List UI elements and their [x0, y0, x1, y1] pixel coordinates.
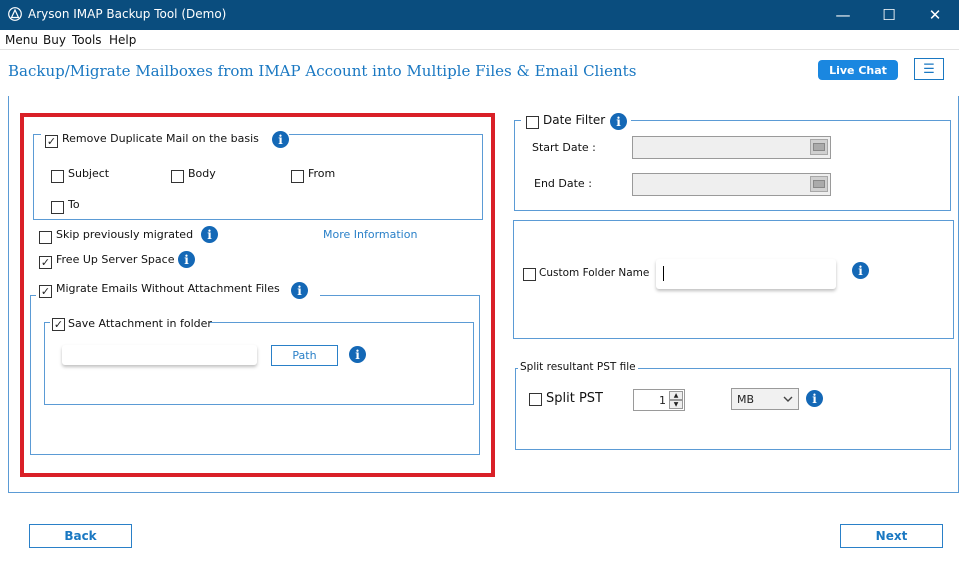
split-pst-label: Split PST — [546, 391, 603, 406]
custom-folder-label: Custom Folder Name — [539, 267, 650, 279]
start-date-label: Start Date : — [532, 141, 596, 154]
info-icon[interactable]: i — [806, 390, 823, 407]
start-date-picker[interactable] — [632, 136, 831, 159]
split-group-label: Split resultant PST file — [518, 361, 638, 373]
custom-folder-input[interactable] — [656, 259, 836, 289]
custom-folder-checkbox[interactable] — [523, 268, 536, 281]
split-size-stepper[interactable]: 1 ▲ ▼ — [633, 389, 685, 411]
menu-bar: Menu Buy Tools Help — [0, 30, 959, 50]
next-button[interactable]: Next — [840, 524, 943, 548]
menu-item-menu[interactable]: Menu — [5, 33, 38, 47]
title-bar: Aryson IMAP Backup Tool (Demo) — ☐ ✕ — [0, 0, 959, 30]
split-size-value: 1 — [659, 394, 666, 407]
date-filter-label: Date Filter — [543, 113, 606, 127]
menu-item-tools[interactable]: Tools — [72, 33, 102, 47]
split-unit-select[interactable]: MB — [731, 388, 799, 410]
split-unit-value: MB — [737, 393, 755, 406]
back-button[interactable]: Back — [29, 524, 132, 548]
maximize-icon: ☐ — [882, 6, 896, 24]
menu-item-buy[interactable]: Buy — [43, 33, 66, 47]
text-cursor — [663, 266, 664, 281]
close-icon: ✕ — [928, 6, 942, 24]
end-date-picker[interactable] — [632, 173, 831, 196]
stepper-up-icon[interactable]: ▲ — [669, 391, 683, 400]
live-chat-button[interactable]: Live Chat — [818, 60, 898, 80]
menu-item-help[interactable]: Help — [109, 33, 136, 47]
calendar-icon[interactable] — [810, 176, 828, 192]
chevron-down-icon — [783, 396, 793, 402]
maximize-button[interactable]: ☐ — [866, 0, 912, 30]
hamburger-icon: ☰ — [923, 61, 935, 77]
date-filter-group — [514, 120, 951, 211]
split-pst-checkbox[interactable] — [529, 393, 542, 406]
page-title: Backup/Migrate Mailboxes from IMAP Accou… — [8, 62, 637, 80]
info-icon[interactable]: i — [610, 113, 627, 130]
highlight-box — [20, 113, 495, 477]
calendar-icon[interactable] — [810, 139, 828, 155]
end-date-label: End Date : — [534, 177, 592, 190]
window-title: Aryson IMAP Backup Tool (Demo) — [28, 7, 227, 21]
app-logo-icon — [8, 7, 22, 21]
hamburger-menu-button[interactable]: ☰ — [914, 58, 944, 80]
minimize-icon: — — [835, 6, 851, 24]
date-filter-checkbox[interactable] — [526, 116, 539, 129]
close-button[interactable]: ✕ — [912, 0, 958, 30]
stepper-down-icon[interactable]: ▼ — [669, 400, 683, 409]
info-icon[interactable]: i — [852, 262, 869, 279]
minimize-button[interactable]: — — [820, 0, 866, 30]
